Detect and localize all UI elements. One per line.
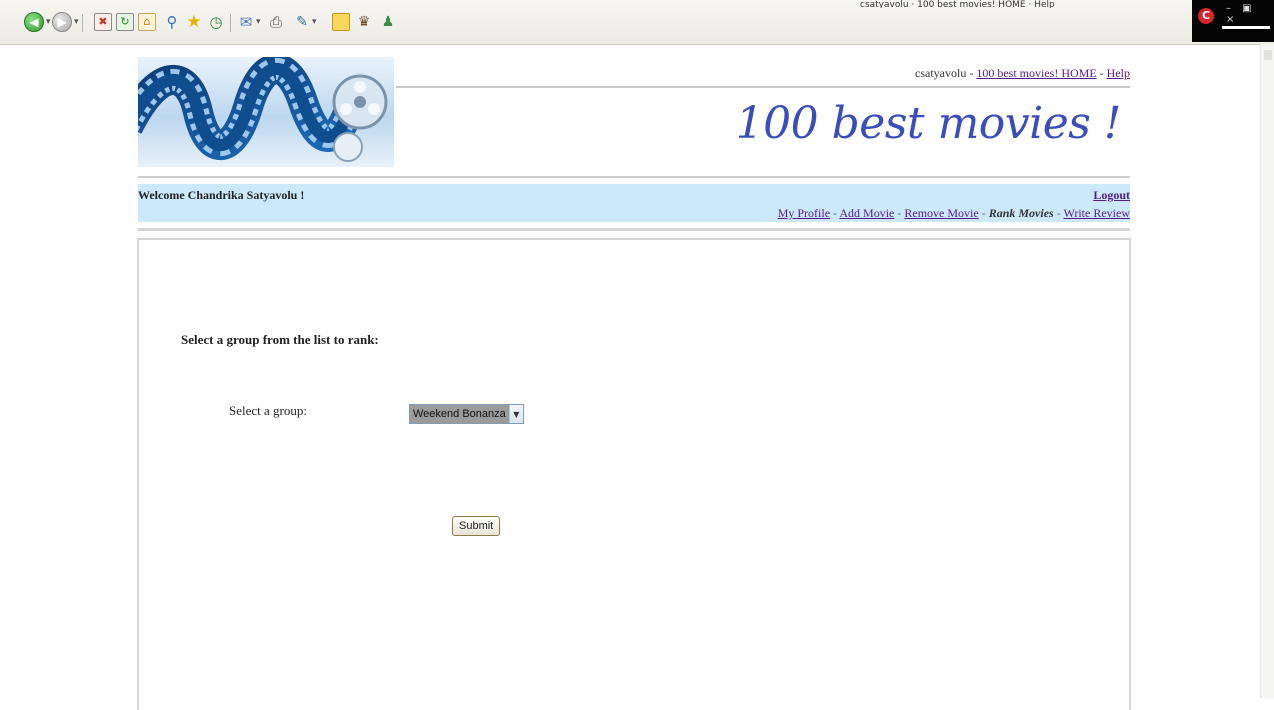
nav-write-review[interactable]: Write Review — [1064, 206, 1131, 220]
back-button[interactable]: ◀ ▾ — [24, 12, 51, 32]
refresh-button[interactable]: ↻ — [116, 12, 134, 32]
group-select-value: Weekend Bonanza — [410, 405, 509, 423]
history-button[interactable]: ◷ — [208, 12, 224, 32]
window-buttons[interactable]: – ▣ × — [1226, 3, 1274, 25]
welcome-message: Welcome Chandrika Satyavolu ! — [138, 188, 305, 202]
home-link[interactable]: 100 best movies! HOME — [976, 66, 1096, 80]
toolbar-divider — [82, 14, 83, 32]
chevron-down-icon[interactable]: ▾ — [74, 17, 79, 27]
header-divider-bottom — [138, 176, 1130, 178]
home-icon: ⌂ — [138, 13, 156, 31]
app-logo-icon: C — [1198, 8, 1214, 24]
nav-divider — [138, 228, 1130, 231]
header-divider — [396, 86, 1130, 88]
print-icon: ⎙ — [269, 13, 282, 31]
nav-remove-movie[interactable]: Remove Movie — [904, 206, 978, 220]
nav-rank-movies-current: Rank Movies — [988, 206, 1054, 220]
back-arrow-icon: ◀ — [24, 12, 44, 32]
favorites-button[interactable]: ★ — [186, 12, 202, 32]
window-title-strip: csatyavolu · 100 best movies! HOME · Hel… — [860, 0, 1055, 8]
window-controls: C – ▣ × — [1192, 0, 1274, 42]
print-button[interactable]: ⎙ — [268, 12, 284, 32]
top-links: csatyavolu - 100 best movies! HOME - Hel… — [915, 66, 1130, 80]
folder-button[interactable] — [332, 12, 350, 32]
edit-icon: ✎ — [296, 14, 308, 30]
mail-button[interactable]: ✉ ▾ — [238, 12, 261, 32]
mail-icon: ✉ — [239, 13, 253, 31]
stop-button[interactable]: ✖ — [94, 12, 112, 32]
window-bar — [1222, 26, 1270, 29]
film-reel-banner — [138, 57, 394, 167]
edit-button[interactable]: ✎ ▾ — [294, 12, 317, 32]
logout-link[interactable]: Logout — [1093, 188, 1130, 203]
msn-button[interactable]: ♟ — [380, 12, 396, 32]
folder-icon — [332, 13, 350, 31]
toolbar-divider — [230, 14, 231, 32]
scrollbar-thumb[interactable] — [1264, 50, 1272, 60]
refresh-icon: ↻ — [116, 13, 134, 31]
group-select[interactable]: Weekend Bonanza ▼ — [409, 404, 524, 424]
home-button[interactable]: ⌂ — [138, 12, 156, 32]
forward-button[interactable]: ▶ ▾ — [52, 12, 79, 32]
help-link[interactable]: Help — [1107, 66, 1130, 80]
nav-my-profile[interactable]: My Profile — [778, 206, 830, 220]
forward-arrow-icon: ▶ — [52, 12, 72, 32]
chevron-down-icon[interactable]: ▾ — [46, 17, 51, 27]
nav-menu: My Profile - Add Movie - Remove Movie - … — [777, 206, 1131, 220]
rank-form-panel: Select a group from the list to rank: Se… — [137, 238, 1131, 710]
browser-toolbar: csatyavolu · 100 best movies! HOME · Hel… — [0, 0, 1274, 45]
search-button[interactable]: ⚲ — [164, 12, 180, 32]
welcome-bar: Welcome Chandrika Satyavolu ! Logout My … — [138, 184, 1130, 222]
favorites-star-icon: ★ — [186, 12, 202, 32]
search-icon: ⚲ — [166, 13, 178, 31]
nav-add-movie[interactable]: Add Movie — [839, 206, 894, 220]
stop-icon: ✖ — [94, 13, 112, 31]
history-icon: ◷ — [209, 13, 223, 31]
submit-button[interactable]: Submit — [452, 516, 501, 536]
vertical-scrollbar[interactable] — [1260, 44, 1274, 698]
username: csatyavolu — [915, 66, 967, 80]
chevron-down-icon[interactable]: ▼ — [508, 405, 523, 423]
msn-icon: ♟ — [381, 14, 395, 30]
site-title: 100 best movies ! — [735, 98, 1122, 149]
messenger-button[interactable]: ♛ — [356, 12, 372, 32]
chevron-down-icon[interactable]: ▾ — [256, 17, 261, 27]
form-instruction: Select a group from the list to rank: — [181, 332, 379, 347]
chevron-down-icon[interactable]: ▾ — [312, 17, 317, 27]
film-strip-image — [138, 57, 388, 162]
messenger-icon: ♛ — [357, 14, 371, 30]
group-select-label: Select a group: — [229, 403, 307, 418]
